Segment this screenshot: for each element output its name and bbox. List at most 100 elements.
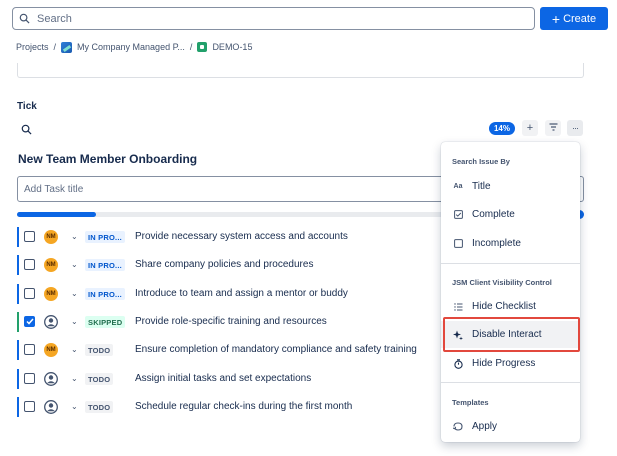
task-row[interactable]: ⌄ TODO Schedule regular check-ins during t… (17, 397, 447, 417)
task-text[interactable]: Assign initial tasks and set expectation… (135, 373, 311, 384)
menu-divider (441, 263, 580, 264)
menu-item-title[interactable]: Aa Title (441, 173, 580, 200)
breadcrumb-separator: / (189, 42, 193, 52)
task-row[interactable]: NM ⌄ IN PRO... Introduce to team and assign… (17, 284, 447, 304)
options-menu: Search Issue By Aa Title Complete Incomp… (441, 142, 580, 442)
search-input[interactable]: Search (12, 7, 535, 30)
menu-section-header: Templates (452, 398, 489, 407)
breadcrumb-separator: / (53, 42, 57, 52)
more-icon: ··· (572, 123, 579, 133)
task-checkbox[interactable] (24, 231, 35, 242)
add-task-placeholder: Add Task title (24, 183, 84, 195)
task-status-bar (17, 284, 19, 304)
avatar[interactable] (44, 400, 58, 414)
add-item-button[interactable]: + (522, 120, 538, 136)
menu-item-label: Incomplete (472, 238, 521, 249)
description-box (17, 63, 584, 78)
avatar[interactable]: NM (44, 230, 58, 244)
progress-fill (17, 212, 97, 217)
menu-item-hide-checklist[interactable]: Hide Checklist (441, 293, 580, 320)
task-checkbox[interactable] (24, 401, 35, 412)
checklist-title: New Team Member Onboarding (18, 152, 198, 166)
status-badge[interactable]: SKIPPED (85, 316, 126, 328)
task-status-bar (17, 312, 19, 332)
chevron-down-icon[interactable]: ⌄ (71, 232, 78, 242)
chevron-down-icon[interactable]: ⌄ (71, 317, 78, 327)
task-text[interactable]: Provide necessary system access and acco… (135, 231, 348, 242)
filter-icon (549, 122, 558, 134)
list-icon (453, 302, 463, 311)
chevron-down-icon[interactable]: ⌄ (71, 402, 78, 412)
task-text[interactable]: Share company policies and procedures (135, 259, 313, 270)
stopwatch-icon (453, 358, 463, 369)
check-square-icon (453, 210, 463, 219)
task-text[interactable]: Ensure completion of mandatory complianc… (135, 344, 417, 355)
chevron-down-icon[interactable]: ⌄ (71, 374, 78, 384)
chevron-down-icon[interactable]: ⌄ (71, 260, 78, 270)
more-options-button[interactable]: ··· (567, 120, 583, 136)
status-badge[interactable]: TODO (85, 401, 114, 413)
project-icon (61, 41, 73, 53)
plus-icon: + (526, 122, 534, 134)
task-text[interactable]: Schedule regular check-ins during the fi… (135, 401, 352, 412)
search-placeholder: Search (37, 12, 72, 25)
highlight-frame (443, 317, 580, 352)
task-row[interactable]: NM ⌄ IN PRO... Share company policies and p… (17, 255, 447, 275)
chevron-down-icon[interactable]: ⌄ (71, 289, 78, 299)
square-icon (453, 239, 463, 248)
menu-item-complete[interactable]: Complete (441, 201, 580, 228)
search-icon (19, 13, 31, 25)
story-icon (197, 42, 208, 52)
breadcrumb: Projects / My Company Managed P... / DEM… (16, 40, 252, 54)
status-badge[interactable]: TODO (85, 344, 114, 356)
menu-item-incomplete[interactable]: Incomplete (441, 230, 580, 257)
task-row[interactable]: ⌄ TODO Assign initial tasks and set expect… (17, 369, 447, 389)
task-checkbox[interactable] (24, 373, 35, 384)
create-label: Create (563, 12, 597, 25)
menu-item-label: Apply (472, 421, 498, 432)
breadcrumb-projects[interactable]: Projects (16, 42, 49, 52)
section-label: Tick (17, 101, 37, 112)
status-badge[interactable]: IN PRO... (85, 231, 125, 243)
create-button[interactable]: + Create (540, 7, 608, 30)
menu-section-header: JSM Client Visibility Control (452, 278, 552, 287)
task-status-bar (17, 255, 19, 275)
avatar[interactable] (44, 315, 58, 329)
task-row[interactable]: NM ⌄ IN PRO... Provide necessary system acc… (17, 227, 447, 247)
chevron-down-icon[interactable]: ⌄ (71, 345, 78, 355)
task-status-bar (17, 397, 19, 417)
status-badge[interactable]: IN PRO... (85, 259, 125, 271)
menu-divider (441, 382, 580, 383)
avatar[interactable]: NM (44, 287, 58, 301)
checklist-search-icon[interactable] (21, 122, 33, 135)
task-status-bar (17, 340, 19, 360)
progress-badge: 14% (489, 122, 515, 135)
menu-item-label: Title (472, 181, 491, 192)
menu-item-label: Hide Progress (472, 358, 536, 369)
menu-item-hide-progress[interactable]: Hide Progress (441, 350, 580, 377)
task-text[interactable]: Introduce to team and assign a mentor or… (135, 288, 348, 299)
task-row[interactable]: ⌄ SKIPPED Provide role-specific training a… (17, 312, 447, 332)
breadcrumb-project[interactable]: My Company Managed P... (77, 42, 185, 52)
avatar[interactable]: NM (44, 343, 58, 357)
text-icon: Aa (453, 183, 463, 190)
menu-section-header: Search Issue By (452, 157, 510, 166)
task-checkbox[interactable] (24, 259, 35, 270)
task-checkbox[interactable] (24, 288, 35, 299)
menu-item-apply[interactable]: Apply (441, 413, 580, 440)
task-text[interactable]: Provide role-specific training and resou… (135, 316, 327, 327)
avatar[interactable] (44, 372, 58, 386)
task-row[interactable]: NM ⌄ TODO Ensure completion of mandatory co… (17, 340, 447, 360)
breadcrumb-issue[interactable]: DEMO-15 (212, 42, 252, 52)
task-checkbox[interactable] (24, 344, 35, 355)
task-status-bar (17, 369, 19, 389)
avatar[interactable]: NM (44, 258, 58, 272)
status-badge[interactable]: IN PRO... (85, 288, 125, 300)
plus-icon: + (551, 10, 561, 27)
status-badge[interactable]: TODO (85, 373, 114, 385)
task-status-bar (17, 227, 19, 247)
menu-item-label: Hide Checklist (472, 301, 536, 312)
task-checkbox[interactable] (24, 316, 35, 327)
filter-button[interactable] (545, 120, 561, 136)
apply-icon (453, 422, 463, 431)
